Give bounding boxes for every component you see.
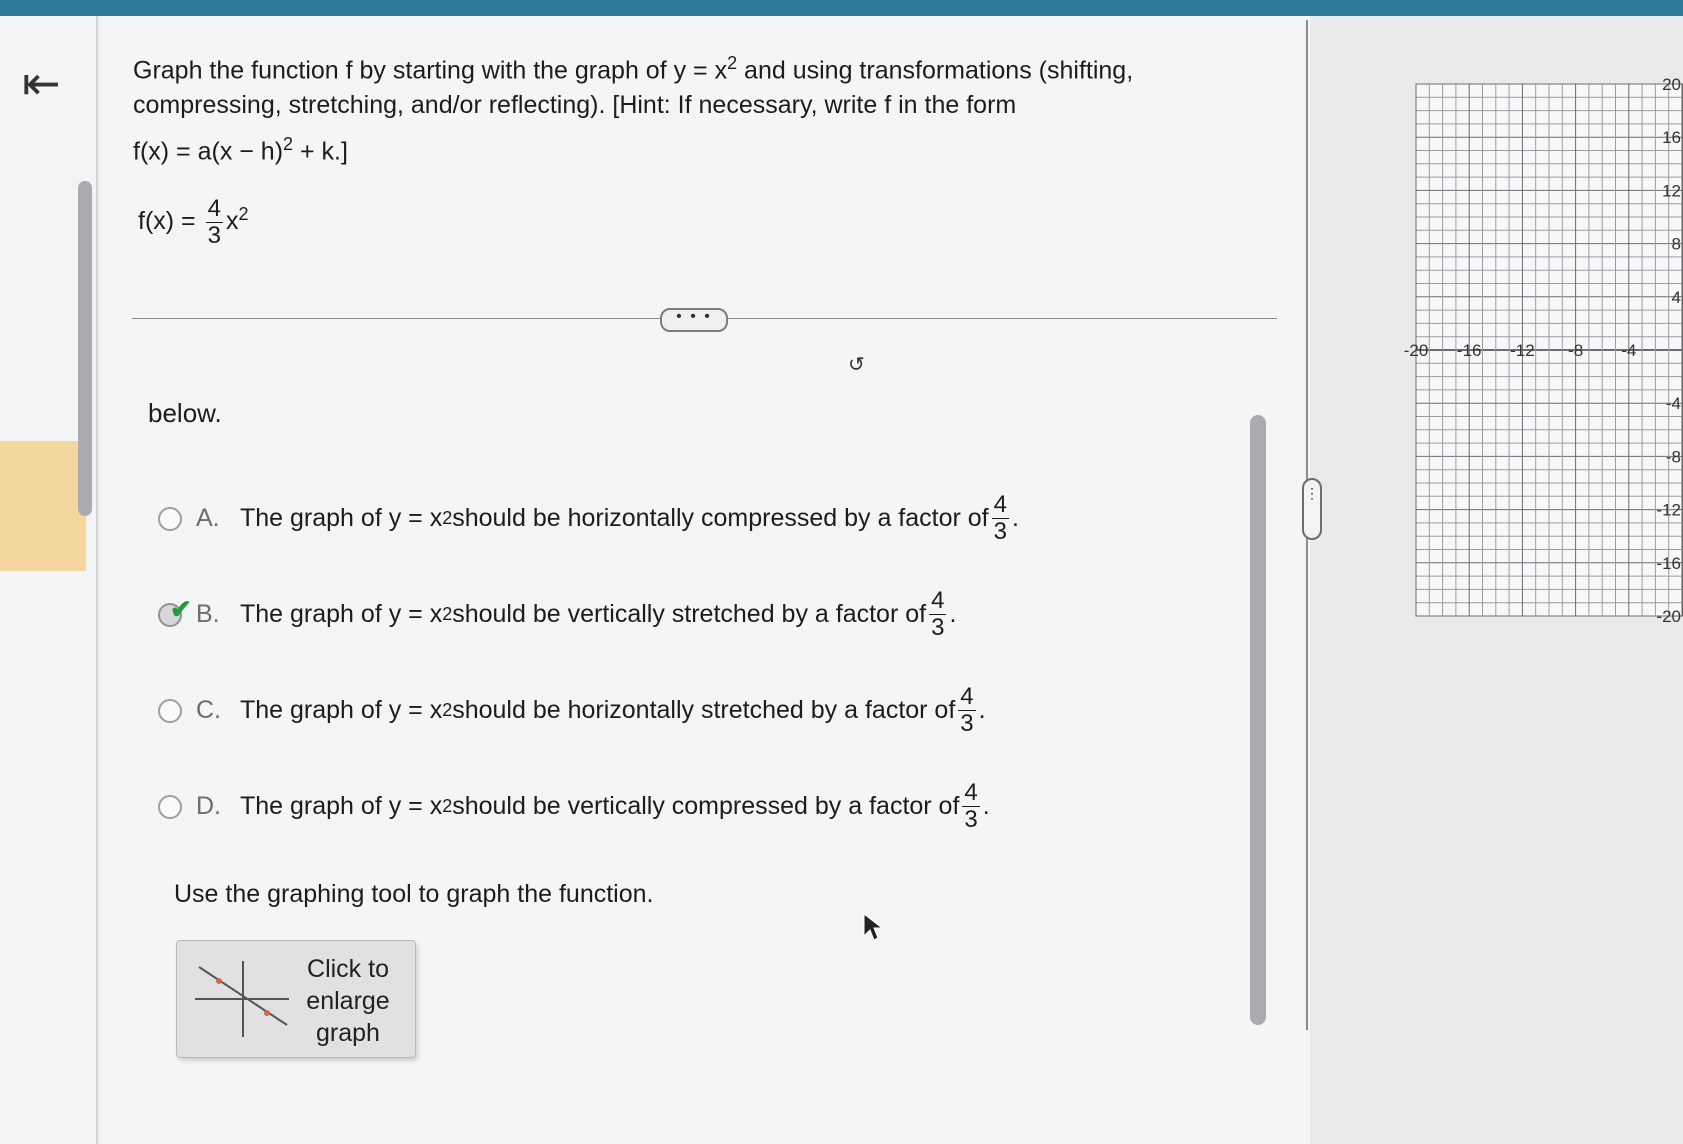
enlarge-graph-button[interactable]: Click to enlarge graph (176, 940, 416, 1058)
option-a[interactable]: A. The graph of y = x2 should be horizon… (158, 492, 1019, 545)
y-tick-label: 8 (1672, 235, 1681, 254)
y-tick-label: -8 (1666, 447, 1681, 466)
y-tick-label: 4 (1672, 288, 1681, 307)
option-period: . (949, 600, 957, 628)
fraction-numerator: 4 (205, 195, 223, 223)
fraction-numerator: 4 (929, 587, 947, 615)
exponent: 2 (442, 700, 453, 720)
question-line1-end: and using transformations (shifting, (737, 56, 1134, 85)
fraction: 43 (958, 683, 976, 737)
option-d[interactable]: D. The graph of y = x2 should be vertica… (158, 780, 990, 833)
fraction-denominator: 3 (993, 518, 1007, 545)
enlarge-line1: Click to (307, 955, 389, 983)
option-text-end: should be horizontally stretched by a fa… (452, 696, 956, 724)
instruction-text: Use the graphing tool to graph the funct… (174, 880, 654, 908)
left-scrollbar[interactable] (78, 181, 92, 516)
fraction-denominator: 3 (964, 806, 978, 833)
x-tick-label: -8 (1568, 341, 1583, 360)
graph-thumbnail-icon (195, 961, 289, 1037)
fraction: 43 (929, 587, 947, 641)
x-tick-label: -20 (1404, 341, 1429, 360)
enlarge-line2: enlarge (306, 987, 390, 1015)
exponent: 2 (727, 53, 738, 73)
option-period: . (1011, 504, 1019, 532)
exponent: 2 (442, 508, 453, 528)
fraction-denominator: 3 (960, 710, 974, 737)
fraction-numerator: 4 (991, 491, 1009, 519)
radio-button[interactable] (158, 506, 182, 531)
x-tick-label: -16 (1457, 341, 1482, 360)
option-text-end: should be vertically stretched by a fact… (452, 600, 927, 628)
y-tick-label: 12 (1662, 181, 1681, 200)
option-text: The graph of y = x (240, 696, 443, 724)
option-c[interactable]: C. The graph of y = x2 should be horizon… (158, 684, 986, 737)
exponent: 2 (442, 796, 453, 816)
option-letter: A. (196, 504, 220, 532)
option-period: . (978, 696, 986, 724)
option-letter: C. (196, 696, 221, 724)
option-text: The graph of y = x (240, 504, 443, 532)
fraction-denominator: 3 (207, 222, 221, 249)
more-button[interactable]: • • • (660, 308, 728, 332)
y-tick-label: 16 (1662, 128, 1681, 147)
function-variable: x (225, 207, 239, 236)
loading-icon: ↺ (848, 354, 865, 376)
option-period: . (982, 792, 990, 820)
fraction-numerator: 4 (962, 779, 980, 807)
option-letter: B. (196, 600, 220, 628)
function-formula: f(x) = 4 3 x2 (138, 196, 248, 249)
radio-button[interactable] (158, 794, 182, 819)
enlarge-label: Click to enlarge graph (293, 953, 403, 1049)
top-bar (0, 0, 1683, 16)
exponent: 2 (238, 203, 249, 224)
back-arrow-icon[interactable]: ⇤ (22, 60, 78, 108)
left-panel (0, 16, 98, 1144)
question-line1: Graph the function f by starting with th… (133, 56, 728, 85)
check-icon: ✔ (170, 594, 192, 624)
fraction-numerator: 4 (958, 683, 976, 711)
x-tick-label: -4 (1621, 341, 1636, 360)
fraction-denominator: 3 (931, 614, 945, 641)
question-line2: compressing, stretching, and/or reflecti… (133, 91, 1017, 120)
y-tick-label: -16 (1656, 554, 1681, 573)
y-tick-label: -20 (1656, 607, 1681, 626)
option-text-end: should be vertically compressed by a fac… (452, 792, 960, 820)
hint-formula-end: + k.] (293, 137, 348, 166)
radio-button[interactable] (158, 698, 182, 723)
function-lhs: f(x) = (138, 207, 203, 236)
hint-formula: f(x) = a(x − h) (133, 137, 284, 166)
left-highlight (0, 441, 86, 571)
below-text: below. (148, 398, 222, 428)
exponent: 2 (283, 134, 294, 155)
fraction: 43 (205, 195, 223, 249)
option-letter: D. (196, 792, 221, 820)
y-tick-label: -12 (1656, 501, 1681, 520)
splitter-handle-icon[interactable]: ⋮ (1302, 478, 1322, 540)
option-text: The graph of y = x (240, 792, 443, 820)
graph-panel: -20 -16 -12 -8 -4 20 16 12 8 4 -4 -8 -12 -16 -20 (1310, 16, 1683, 1144)
option-text-end: should be horizontally compressed by a f… (452, 504, 989, 532)
x-tick-label: -12 (1510, 341, 1535, 360)
option-text: The graph of y = x (240, 600, 443, 628)
question-text: Graph the function f by starting with th… (133, 46, 1213, 170)
coordinate-grid[interactable]: -20 -16 -12 -8 -4 20 16 12 8 4 -4 -8 -12 -16 -20 (1402, 68, 1683, 638)
exponent: 2 (442, 604, 453, 624)
y-tick-label: -4 (1666, 394, 1681, 413)
fraction: 43 (962, 779, 980, 833)
fraction: 43 (991, 491, 1009, 545)
mouse-cursor-icon (863, 912, 882, 941)
main-scrollbar[interactable] (1250, 415, 1266, 1025)
enlarge-line3: graph (316, 1019, 380, 1047)
option-b[interactable]: B. The graph of y = x2 should be vertica… (158, 588, 956, 641)
y-tick-label: 20 (1662, 75, 1681, 94)
